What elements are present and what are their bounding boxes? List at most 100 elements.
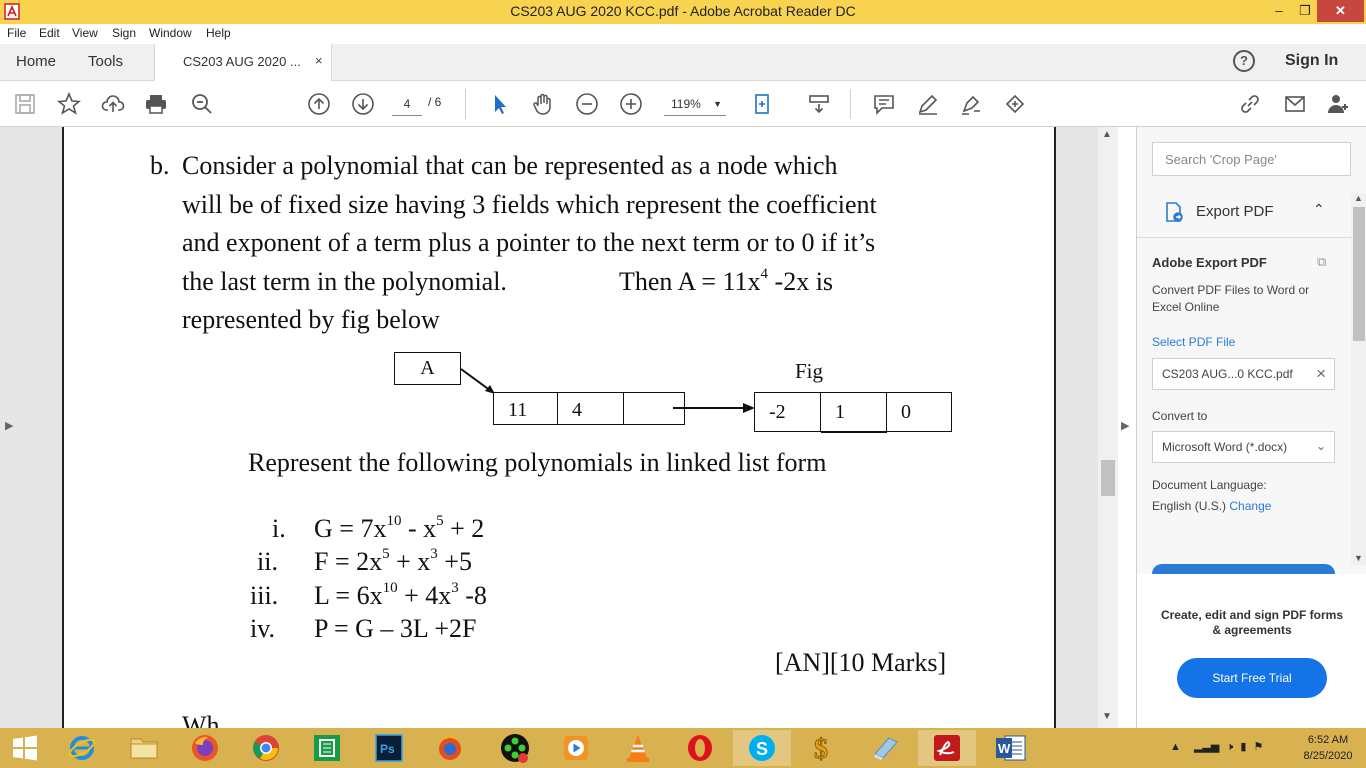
menu-edit[interactable]: Edit [39, 26, 60, 40]
menu-sign[interactable]: Sign [112, 26, 136, 40]
sign-in-button[interactable]: Sign In [1285, 52, 1338, 70]
share-link-icon[interactable] [1237, 91, 1263, 117]
start-button[interactable] [0, 730, 50, 766]
tab-tools[interactable]: Tools [88, 53, 123, 70]
chrome-icon[interactable] [237, 730, 295, 766]
zoom-in-icon[interactable] [618, 91, 644, 117]
photoshop-icon[interactable]: Ps [360, 730, 418, 766]
comment-icon[interactable] [871, 91, 897, 117]
paragraph-line: will be of fixed size having 3 fields wh… [182, 190, 877, 219]
document-scrollbar[interactable]: ▲ ▼ [1098, 127, 1118, 728]
upload-cloud-icon[interactable] [100, 91, 126, 117]
left-panel-expand-icon[interactable]: ▶ [5, 419, 13, 432]
clock-date: 8/25/2020 [1303, 750, 1353, 762]
scroll-mode-icon[interactable] [806, 91, 832, 117]
poly-text: L = 6x [314, 581, 383, 610]
close-tab-icon[interactable]: × [315, 53, 323, 68]
poly-text: + x [389, 547, 431, 576]
calculator-app-icon[interactable] [298, 730, 356, 766]
hand-tool-icon[interactable] [530, 91, 556, 117]
page-fit-icon[interactable] [752, 91, 778, 117]
tab-home[interactable]: Home [16, 53, 56, 70]
tab-bar: Home Tools CS203 AUG 2020 ... × ? Sign I… [0, 44, 1366, 81]
battery-icon[interactable]: ▮ [1240, 741, 1246, 753]
opera-icon[interactable] [671, 730, 729, 766]
polynomial-p: P = G – 3L +2F [314, 614, 477, 643]
next-page-icon[interactable] [350, 91, 376, 117]
menu-help[interactable]: Help [206, 26, 231, 40]
scroll-up-icon[interactable]: ▲ [1354, 193, 1363, 203]
word-icon[interactable]: W [982, 730, 1040, 766]
polynomial-g: G = 7x10 - x5 + 2 [314, 513, 484, 544]
right-panel-collapse-icon[interactable]: ▶ [1121, 419, 1129, 432]
internet-explorer-icon[interactable] [53, 730, 111, 766]
cut-off-line: Wh [182, 711, 220, 728]
help-icon[interactable]: ? [1233, 50, 1255, 72]
menu-view[interactable]: View [72, 26, 98, 40]
tab-document[interactable]: CS203 AUG 2020 ... × [154, 44, 332, 81]
money-app-icon[interactable]: $ [795, 730, 853, 766]
select-cursor-icon[interactable] [487, 91, 513, 117]
page-total: / 6 [428, 95, 442, 109]
highlight-pen-icon[interactable] [915, 91, 941, 117]
save-icon[interactable] [12, 91, 38, 117]
change-language-link[interactable]: Change [1229, 499, 1271, 513]
page-number-input[interactable]: 4 [392, 94, 422, 116]
bookmark-star-icon[interactable] [56, 91, 82, 117]
poly-text: +5 [437, 547, 472, 576]
pdf-page: b. Consider a polynomial that can be rep… [62, 127, 1056, 728]
poly-text: + 4x [397, 581, 452, 610]
firefox-icon[interactable] [176, 730, 234, 766]
sign-pen-icon[interactable] [958, 91, 984, 117]
zoom-search-icon[interactable] [189, 91, 215, 117]
scroll-down-icon[interactable]: ▼ [1354, 553, 1363, 563]
email-icon[interactable] [1282, 91, 1308, 117]
show-hidden-icons[interactable]: ▲ [1170, 741, 1181, 753]
edit-document-icon[interactable] [1002, 91, 1028, 117]
acrobat-taskbar-icon[interactable] [918, 730, 976, 766]
media-app-icon[interactable] [486, 730, 544, 766]
scrollbar-thumb[interactable] [1353, 207, 1365, 341]
previous-page-icon[interactable] [306, 91, 332, 117]
exponent: 10 [382, 580, 398, 597]
start-free-trial-button[interactable]: Start Free Trial [1177, 658, 1327, 698]
system-clock[interactable]: 6:52 AM 8/25/2020 [1296, 732, 1360, 764]
chevron-up-icon[interactable]: ⌃ [1313, 201, 1325, 218]
export-button-partial[interactable] [1152, 564, 1335, 574]
flag-icon[interactable]: ⚑ [1254, 741, 1264, 753]
node-pointer-arrow [673, 403, 755, 413]
convert-format-select[interactable]: Microsoft Word (*.docx) ⌄ [1152, 431, 1335, 463]
menu-file[interactable]: File [7, 26, 26, 40]
video-player-icon[interactable] [547, 730, 605, 766]
print-icon[interactable] [143, 91, 169, 117]
scroll-up-icon[interactable]: ▲ [1102, 129, 1112, 140]
select-pdf-file-link[interactable]: Select PDF File [1152, 335, 1235, 349]
scroll-down-icon[interactable]: ▼ [1102, 711, 1112, 722]
menu-window[interactable]: Window [149, 26, 192, 40]
scrollbar-thumb[interactable] [1101, 460, 1115, 496]
zoom-level-select[interactable]: 119% ▼ [664, 94, 726, 116]
volume-icon[interactable]: 🕨 [1226, 741, 1233, 753]
signal-icon[interactable]: ▂▃▅ [1194, 741, 1219, 753]
figure-label: Fig [795, 359, 824, 383]
close-window-button[interactable]: ✕ [1317, 0, 1364, 22]
toolbar: 4 / 6 119% ▼ [0, 81, 1366, 127]
panel-scrollbar[interactable]: ▲ ▼ [1351, 193, 1366, 565]
notepad-app-icon[interactable] [857, 730, 915, 766]
zoom-out-icon[interactable] [574, 91, 600, 117]
copy-icon[interactable]: ⧉ [1317, 254, 1326, 270]
skype-icon[interactable]: S [733, 730, 791, 766]
tool-search-input[interactable]: Search 'Crop Page' [1152, 142, 1351, 176]
file-explorer-icon[interactable] [115, 730, 173, 766]
document-language-label: Document Language: [1152, 478, 1267, 492]
document-viewport[interactable]: ▶ b. Consider a polynomial that can be r… [0, 127, 1129, 728]
selected-file-field[interactable]: CS203 AUG...0 KCC.pdf × [1152, 358, 1335, 390]
export-pdf-header[interactable]: Export PDF ⌃ [1137, 189, 1351, 237]
maximize-button[interactable]: ❐ [1294, 0, 1316, 22]
document-language-row: English (U.S.) Change [1152, 499, 1271, 513]
minimize-button[interactable]: – [1268, 0, 1290, 22]
browser-app-icon[interactable] [421, 730, 479, 766]
vlc-icon[interactable] [609, 730, 667, 766]
clear-file-icon[interactable]: × [1316, 364, 1326, 384]
add-user-icon[interactable] [1325, 91, 1351, 117]
